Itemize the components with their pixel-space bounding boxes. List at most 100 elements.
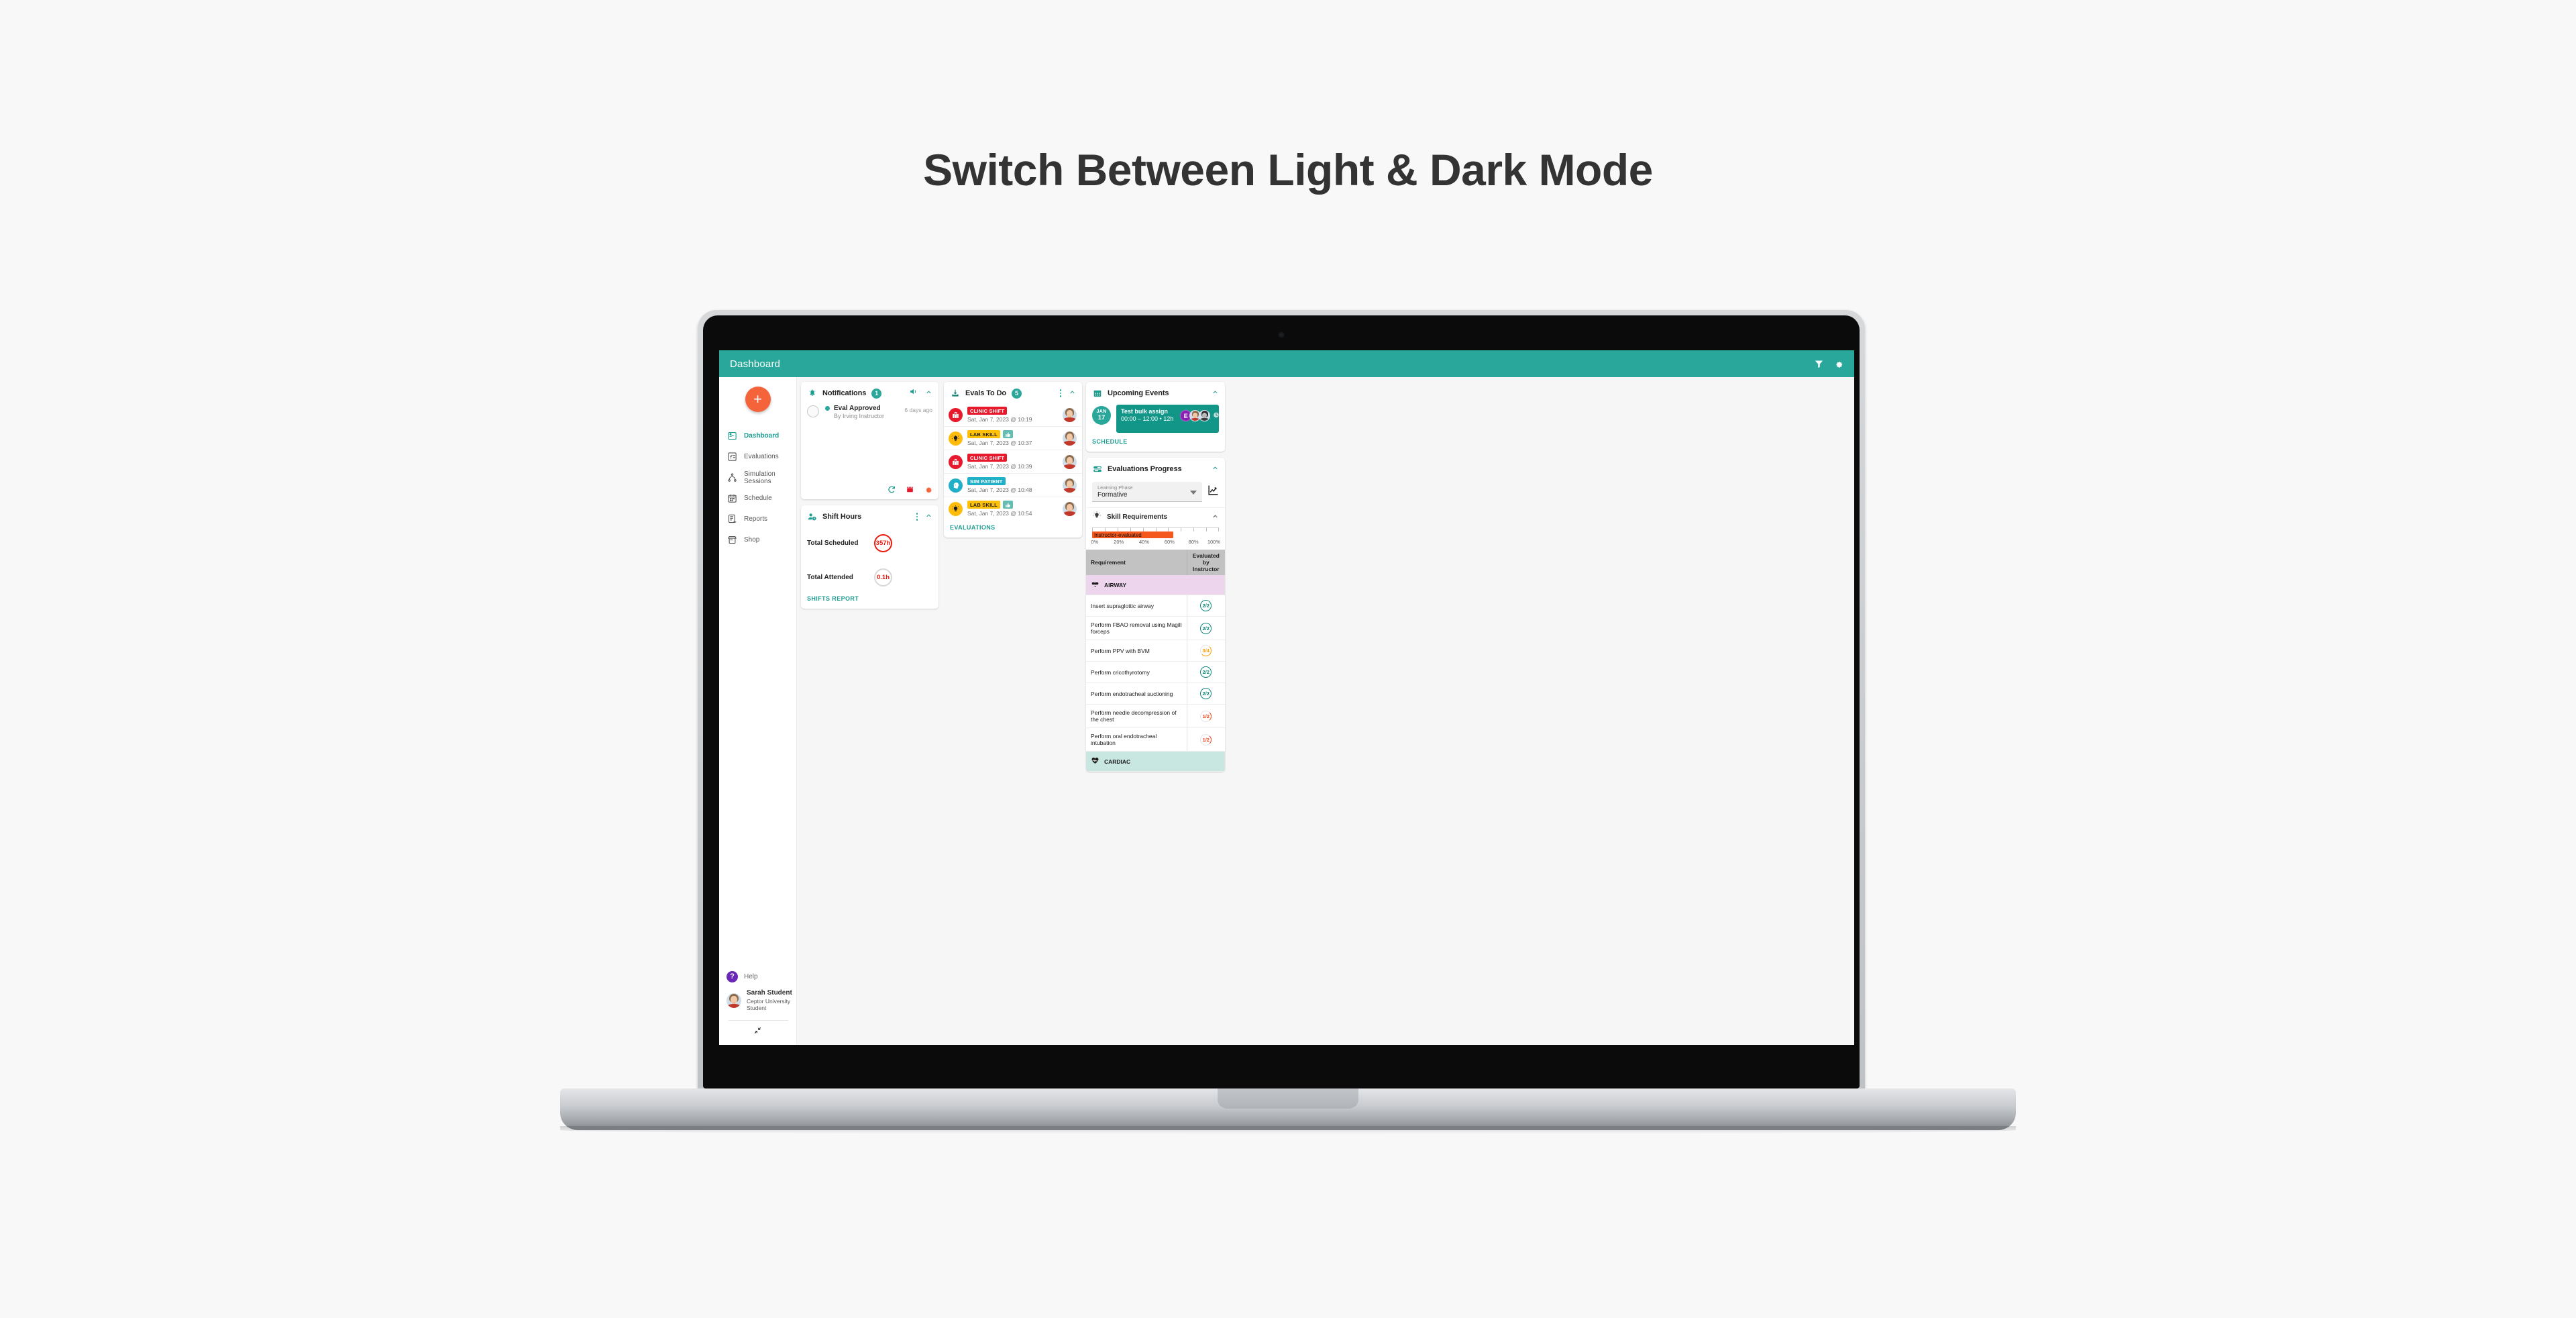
evaluations-progress-title: Evaluations Progress xyxy=(1108,465,1182,473)
shifts-report-link[interactable]: SHIFTS REPORT xyxy=(801,590,938,609)
bell-icon xyxy=(807,389,817,399)
user-profile[interactable]: Sarah Student Ceptor University Student xyxy=(719,986,796,1015)
status-badge: LAB SKILL xyxy=(967,430,1000,438)
sidebar-item-label: Reports xyxy=(744,515,768,523)
list-item[interactable]: CLINIC SHIFT Sat, Jan 7, 2023 @ 10:39 xyxy=(944,450,1082,474)
table-row[interactable]: Perform oral endotracheal intubation 1/2 xyxy=(1086,727,1225,752)
status-badge: 3/4 xyxy=(1200,645,1212,656)
sidebar-item-evaluations[interactable]: Evaluations xyxy=(719,446,796,467)
laptop-base-notch xyxy=(1218,1088,1358,1109)
status-dot xyxy=(825,406,830,411)
lightbulb-icon xyxy=(1092,511,1102,523)
chevron-up-icon[interactable] xyxy=(925,387,932,399)
table-header-row: Requirement Evaluated by Instructor xyxy=(1086,550,1225,575)
tick-label: 20% xyxy=(1114,539,1124,545)
sidebar-item-schedule[interactable]: Schedule xyxy=(719,488,796,509)
notification-title: Eval Approved xyxy=(834,405,881,412)
refresh-icon[interactable] xyxy=(888,485,896,494)
kebab-menu-icon[interactable] xyxy=(1059,389,1061,397)
learning-phase-select[interactable]: Learning Phase Formative xyxy=(1092,482,1202,502)
shift-row-scheduled: Total Scheduled 357h xyxy=(801,531,938,556)
chart-tick-labels: 0% 20% 40% 60% 80% 100% xyxy=(1091,539,1220,547)
head-icon xyxy=(949,478,963,493)
group-label: AIRWAY xyxy=(1104,581,1127,589)
tick-label: 40% xyxy=(1138,539,1149,545)
eval-date: Sat, Jan 7, 2023 @ 10:19 xyxy=(967,416,1032,423)
table-group-row-cardiac: CARDIAC xyxy=(1086,751,1225,772)
notifications-footer xyxy=(801,481,938,499)
score-cell: 1/2 xyxy=(1187,704,1225,728)
event-item[interactable]: Test bulk assign 00:00 – 12:00 • 12h E ? xyxy=(1116,405,1222,433)
upcoming-events-card: Upcoming Events JAN 17 Test bulk assign … xyxy=(1086,382,1225,452)
shift-row-attended: Total Attended 0.1h xyxy=(801,565,938,590)
column-evals: Evals To Do 5 CLINIC SHIFT Sat, Jan 7, 2… xyxy=(942,377,1084,1045)
person-clock-icon xyxy=(807,512,817,522)
sidebar-item-reports[interactable]: Reports xyxy=(719,509,796,529)
user-organization: Ceptor University xyxy=(747,997,791,1005)
shift-label: Total Scheduled xyxy=(807,540,859,547)
kebab-menu-icon[interactable] xyxy=(916,513,918,521)
collapse-sidebar-button[interactable] xyxy=(719,1023,796,1045)
list-item[interactable]: LAB SKILL Sat, Jan 7, 2023 @ 10:37 xyxy=(944,427,1082,450)
sidebar-item-dashboard[interactable]: Dashboard xyxy=(719,425,796,446)
table-row[interactable]: Perform needle decompression of the ches… xyxy=(1086,704,1225,728)
sidebar-item-shop[interactable]: Shop xyxy=(719,529,796,550)
list-item[interactable]: CLINIC SHIFT Sat, Jan 7, 2023 @ 10:19 xyxy=(944,403,1082,427)
notifications-list: Eval Approved By Irving Instructor 6 day… xyxy=(801,403,938,481)
chevron-down-icon[interactable] xyxy=(1190,490,1197,495)
lightbulb-icon xyxy=(949,431,963,446)
gear-icon[interactable] xyxy=(1833,359,1843,369)
table-row[interactable]: Perform endotracheal suctioning 2/2 xyxy=(1086,682,1225,705)
laptop-base-shadow xyxy=(560,1126,2016,1134)
trend-chart-icon[interactable] xyxy=(1208,485,1219,499)
column-notifications: Notifications 1 Eval Approved By Irving … xyxy=(797,377,942,1045)
event-day: 17 xyxy=(1097,413,1106,421)
table-row[interactable]: Perform cricothyrotomy 2/2 xyxy=(1086,661,1225,683)
notifications-header: Notifications 1 xyxy=(801,382,938,403)
skill-progress-chart: Instructor-evaluated 0% 20% 40% 60% 80% xyxy=(1086,525,1225,550)
table-row[interactable]: Insert supraglottic airway 2/2 xyxy=(1086,595,1225,617)
status-badge: 2/2 xyxy=(1200,666,1212,678)
chart-bar-track: Instructor-evaluated xyxy=(1092,531,1219,538)
list-item[interactable]: LAB SKILL Sat, Jan 7, 2023 @ 10:54 xyxy=(944,497,1082,520)
schedule-link[interactable]: SCHEDULE xyxy=(1086,433,1225,452)
sidebar-item-label: Schedule xyxy=(744,495,772,502)
score-cell: 1/2 xyxy=(1187,727,1225,752)
chevron-up-icon[interactable] xyxy=(925,511,932,523)
chevron-up-icon[interactable] xyxy=(1069,387,1076,399)
trash-icon[interactable] xyxy=(906,485,914,494)
table-row[interactable]: Perform PPV with BVM 3/4 xyxy=(1086,640,1225,662)
filter-icon[interactable] xyxy=(1814,359,1824,369)
chevron-up-icon[interactable] xyxy=(1212,463,1219,475)
clock-question-icon: ? xyxy=(1212,411,1222,420)
requirements-table: Requirement Evaluated by Instructor AIRW… xyxy=(1086,550,1225,772)
status-badge: 0.1h xyxy=(874,568,892,587)
shop-icon xyxy=(727,534,738,546)
dashboard-icon xyxy=(727,430,738,442)
help-button[interactable]: ? Help xyxy=(719,967,796,986)
add-button[interactable]: + xyxy=(745,387,771,412)
chevron-up-icon[interactable] xyxy=(1212,387,1219,399)
progress-bars-icon xyxy=(1092,464,1102,474)
evaluations-link[interactable]: EVALUATIONS xyxy=(944,520,1082,538)
status-badge: CLINIC SHIFT xyxy=(967,454,1008,462)
list-item[interactable]: Eval Approved By Irving Instructor 6 day… xyxy=(807,403,932,419)
table-row[interactable]: Perform FBAO removal using Magill forcep… xyxy=(1086,616,1225,640)
webcam-icon xyxy=(1278,332,1285,338)
shift-hours-title: Shift Hours xyxy=(822,513,862,521)
sidebar: + Dashboard Evaluations Simulation Sessi… xyxy=(719,377,797,1045)
speaker-icon[interactable] xyxy=(909,387,918,399)
list-item[interactable]: SIM PATIENT Sat, Jan 7, 2023 @ 10:48 xyxy=(944,474,1082,497)
report-icon xyxy=(727,513,738,525)
event-list: JAN 17 Test bulk assign 00:00 – 12:00 • … xyxy=(1086,403,1225,433)
workspace: + Dashboard Evaluations Simulation Sessi… xyxy=(719,377,1854,1045)
gear-icon[interactable] xyxy=(924,485,932,494)
chevron-up-icon[interactable] xyxy=(1212,511,1219,523)
sidebar-item-simulation-sessions[interactable]: Simulation Sessions xyxy=(719,467,796,488)
score-cell: 3/4 xyxy=(1187,640,1225,662)
evaluations-progress-header: Evaluations Progress xyxy=(1086,458,1225,479)
evals-count-badge: 5 xyxy=(1012,388,1022,399)
score-cell: 2/2 xyxy=(1187,616,1225,640)
requirement-label: Perform cricothyrotomy xyxy=(1086,661,1187,683)
